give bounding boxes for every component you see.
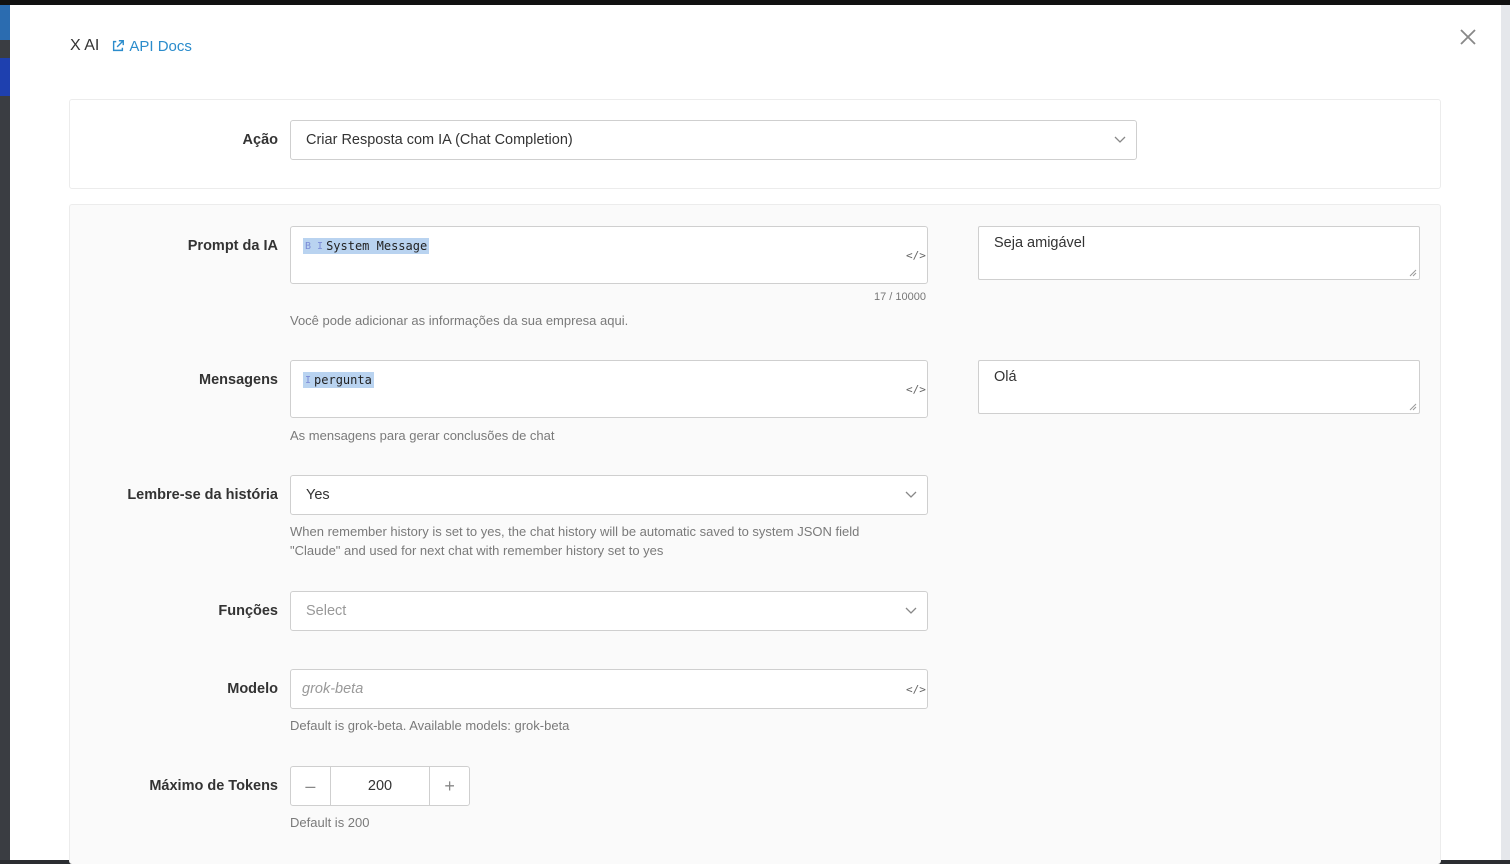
api-docs-link[interactable]: API Docs [111, 38, 192, 55]
backdrop-accent-2 [0, 58, 10, 96]
model-label: Modelo [227, 681, 278, 697]
close-icon[interactable] [1458, 27, 1478, 47]
action-value: Criar Resposta com IA (Chat Completion) [306, 132, 573, 148]
history-select[interactable]: Yes [290, 475, 928, 515]
messages-preview-textarea[interactable]: Olá [978, 360, 1420, 414]
model-input[interactable]: grok-beta </> [290, 669, 928, 709]
backdrop-left [0, 0, 10, 860]
chevron-down-icon [905, 607, 917, 614]
functions-select[interactable]: Select [290, 591, 928, 631]
action-select[interactable]: Criar Resposta com IA (Chat Completion) [290, 120, 1137, 160]
prompt-preview-textarea[interactable]: Seja amigável [978, 226, 1420, 280]
history-help-line1: When remember history is set to yes, the… [290, 524, 860, 539]
settings-card: Prompt da IA B I System Message </> 17 /… [69, 204, 1441, 864]
history-value: Yes [306, 487, 330, 503]
functions-label: Funções [218, 603, 278, 619]
messages-help: As mensagens para gerar conclusões de ch… [290, 428, 555, 443]
model-help: Default is grok-beta. Available models: … [290, 718, 570, 733]
modal-header: X AI API Docs [70, 37, 192, 55]
resize-handle-icon[interactable] [1409, 403, 1417, 411]
messages-label: Mensagens [199, 372, 278, 388]
tokens-stepper: – 200 + [290, 766, 470, 806]
chip-text: pergunta [314, 373, 372, 387]
action-label: Ação [242, 132, 278, 148]
modal-title: X AI [70, 37, 100, 54]
model-placeholder: grok-beta [302, 681, 364, 697]
external-link-icon [113, 40, 125, 52]
xai-modal: X AI API Docs Ação Criar Resposta com IA… [10, 5, 1501, 864]
tokens-label: Máximo de Tokens [149, 778, 278, 794]
chip-text: System Message [326, 239, 428, 253]
history-help-line2: "Claude" and used for next chat with rem… [290, 543, 664, 558]
messages-input[interactable]: I pergunta </> [290, 360, 928, 418]
chip-format-icon: I [305, 374, 312, 386]
chevron-down-icon [905, 491, 917, 498]
prompt-help: Você pode adicionar as informações da su… [290, 313, 629, 328]
functions-placeholder: Select [306, 603, 347, 619]
prompt-preview-value: Seja amigável [994, 235, 1086, 251]
increment-button[interactable]: + [430, 767, 469, 805]
chevron-down-icon [1114, 136, 1126, 143]
chip-format-icon: B I [305, 240, 324, 252]
messages-preview-value: Olá [994, 369, 1017, 385]
code-toggle-icon[interactable]: </> [906, 249, 926, 262]
code-toggle-icon[interactable]: </> [906, 383, 926, 396]
tokens-value[interactable]: 200 [329, 767, 431, 805]
prompt-input[interactable]: B I System Message </> [290, 226, 928, 284]
pergunta-chip[interactable]: I pergunta [303, 372, 374, 388]
prompt-label: Prompt da IA [187, 238, 278, 254]
tokens-help: Default is 200 [290, 815, 370, 830]
api-docs-label: API Docs [129, 37, 192, 55]
decrement-button[interactable]: – [291, 767, 330, 805]
backdrop-accent [0, 0, 10, 40]
code-toggle-icon[interactable]: </> [906, 683, 926, 696]
history-label: Lembre-se da história [127, 487, 278, 503]
prompt-counter: 17 / 10000 [874, 291, 926, 303]
resize-handle-icon[interactable] [1409, 269, 1417, 277]
history-help: When remember history is set to yes, the… [290, 522, 859, 560]
system-message-chip[interactable]: B I System Message [303, 238, 430, 254]
action-card: Ação Criar Resposta com IA (Chat Complet… [69, 99, 1441, 189]
backdrop-right [1500, 0, 1510, 860]
